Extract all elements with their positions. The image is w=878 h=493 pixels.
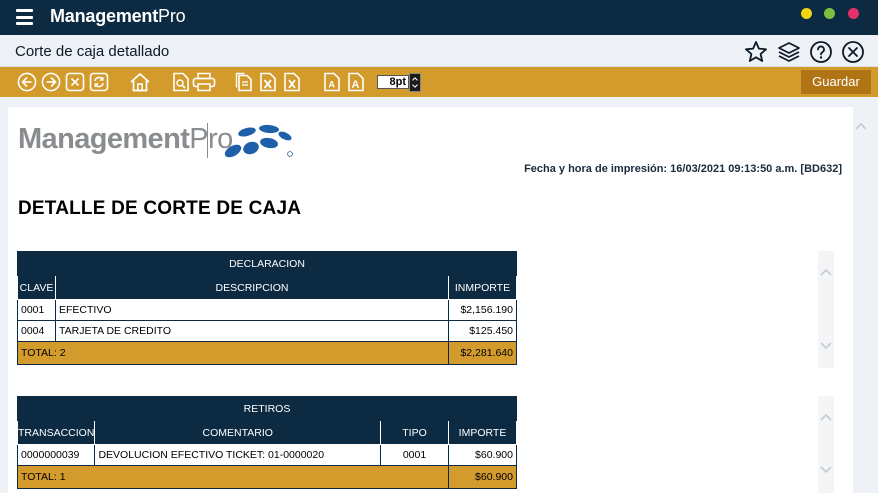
back-icon[interactable] <box>17 72 37 92</box>
logo-mark-icon <box>224 124 293 158</box>
maximize-button[interactable] <box>824 8 835 19</box>
importe-cell: $125.450 <box>448 320 517 342</box>
header-bar: Corte de caja detallado <box>0 35 878 67</box>
column-header-transaccion: TRANSACCION <box>16 420 96 445</box>
logo-bold: Management <box>18 123 190 155</box>
svg-text:A: A <box>352 79 360 91</box>
column-header-descripcion: DESCRIPCION <box>55 275 449 300</box>
column-header-comentario: COMENTARIO <box>94 420 381 445</box>
app-name-light: Pro <box>158 6 186 26</box>
chevron-up-icon[interactable] <box>819 267 833 277</box>
descripcion-cell: EFECTIVO <box>55 299 449 321</box>
importe-cell: $60.900 <box>448 444 517 466</box>
total-row: TOTAL: 2 $2,281.640 <box>17 341 517 365</box>
report-logo-text: ManagementPro <box>18 123 233 156</box>
table-row: 0001 EFECTIVO $2,156.190 <box>17 299 517 321</box>
retiros-scrollbar[interactable] <box>818 396 834 493</box>
forward-icon[interactable] <box>41 72 61 92</box>
copy-doc-icon[interactable] <box>234 72 254 92</box>
table-row: 0004 TARJETA DE CREDITO $125.450 <box>17 320 517 342</box>
star-icon[interactable] <box>744 40 768 64</box>
chevron-down-icon[interactable] <box>819 465 833 475</box>
print-timestamp: Fecha y hora de impresión: 16/03/2021 09… <box>524 163 842 175</box>
close-icon[interactable] <box>841 40 865 64</box>
excel-icon[interactable] <box>258 72 278 92</box>
column-header-importe: INMPORTE <box>448 275 517 300</box>
home-icon[interactable] <box>129 72 151 92</box>
app-title: ManagementPro <box>50 6 186 27</box>
title-bar: ManagementPro <box>0 0 878 35</box>
total-value: $2,281.640 <box>448 341 517 365</box>
total-label: TOTAL: 1 <box>17 465 449 489</box>
descripcion-cell: TARJETA DE CREDITO <box>55 320 449 342</box>
font-size-input[interactable]: 8pt <box>377 75 409 89</box>
print-icon[interactable] <box>192 72 216 92</box>
logo-separator <box>207 123 208 158</box>
column-header-clave: CLAVE <box>17 275 56 300</box>
save-button[interactable]: Guardar <box>801 70 871 94</box>
table-row: 0000000039 DEVOLUCION EFECTIVO TICKET: 0… <box>16 444 517 466</box>
total-value: $60.900 <box>448 465 517 489</box>
transaccion-cell: 0000000039 <box>16 444 96 466</box>
total-row: TOTAL: 1 $60.900 <box>17 465 517 489</box>
close-window-button[interactable] <box>848 8 859 19</box>
layers-icon[interactable] <box>777 40 801 64</box>
column-header-tipo: TIPO <box>380 420 449 445</box>
comentario-cell: DEVOLUCION EFECTIVO TICKET: 01-0000020 <box>94 444 381 466</box>
importe-cell: $2,156.190 <box>448 299 517 321</box>
main-scroll-up-icon[interactable] <box>854 121 868 131</box>
chevron-down-icon[interactable] <box>819 341 833 351</box>
font-decrease-icon[interactable]: A <box>322 72 342 92</box>
font-increase-icon[interactable]: A <box>346 72 366 92</box>
chevron-up-icon[interactable] <box>819 412 833 422</box>
tipo-cell: 0001 <box>380 444 449 466</box>
report-title: DETALLE DE CORTE DE CAJA <box>18 198 302 219</box>
refresh-icon[interactable] <box>89 72 109 92</box>
cancel-icon[interactable] <box>65 72 85 92</box>
font-size-spinner[interactable] <box>409 73 421 92</box>
declaracion-table: DECLARACION CLAVE DESCRIPCION INMPORTE 0… <box>17 251 517 365</box>
retiros-caption: RETIROS <box>17 396 517 421</box>
clave-cell: 0004 <box>17 320 56 342</box>
menu-icon[interactable] <box>16 9 33 25</box>
total-label: TOTAL: 2 <box>17 341 449 365</box>
declaracion-caption: DECLARACION <box>17 251 517 276</box>
preview-icon[interactable] <box>171 72 191 92</box>
toolbar: A A 8pt Guardar <box>0 67 878 97</box>
retiros-table: RETIROS TRANSACCION COMENTARIO TIPO IMPO… <box>16 396 517 489</box>
column-header-importe: IMPORTE <box>448 420 517 445</box>
excel-alt-icon[interactable] <box>282 72 302 92</box>
svg-text:A: A <box>329 80 336 90</box>
app-name-bold: Management <box>50 6 159 26</box>
clave-cell: 0001 <box>17 299 56 321</box>
help-icon[interactable] <box>809 40 833 64</box>
minimize-button[interactable] <box>801 8 812 19</box>
page-title: Corte de caja detallado <box>15 43 170 60</box>
